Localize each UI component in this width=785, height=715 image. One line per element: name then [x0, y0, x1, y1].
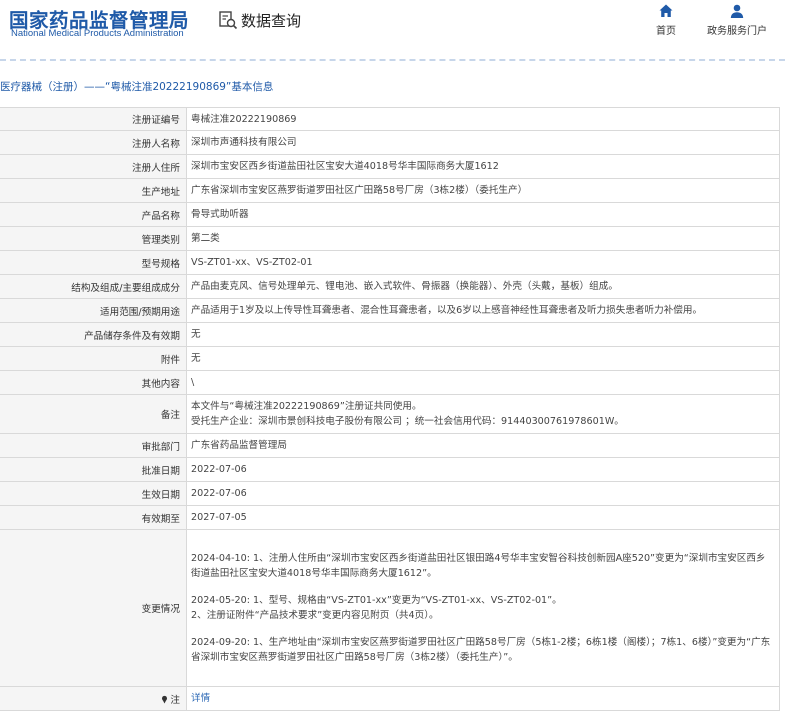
row-key: 生效日期 — [0, 481, 187, 506]
table-row: 产品名称 骨导式助听器 — [0, 202, 780, 227]
row-key: 备注 — [0, 394, 187, 434]
data-query-label: 数据查询 — [241, 11, 302, 30]
table-row: 生效日期 2022-07-06 — [0, 481, 780, 506]
row-key: 注 — [0, 686, 187, 711]
table-row: 批准日期 2022-07-06 — [0, 457, 780, 482]
remark-line: 本文件与“粤械注准20222190869”注册证共同使用。 — [191, 401, 422, 412]
row-key: 注册证编号 — [0, 107, 187, 131]
table-row: 适用范围/预期用途 产品适用于1岁及以上传导性耳聋患者、混合性耳聋患者，以及6岁… — [0, 298, 780, 323]
row-key: 批准日期 — [0, 457, 187, 482]
row-value: 2027-07-05 — [186, 505, 780, 530]
row-value: 深圳市宝安区西乡街道盐田社区宝安大道4018号华丰国际商务大厦1612 — [186, 154, 780, 179]
row-value: 粤械注准20222190869 — [186, 107, 780, 131]
row-value: 本文件与“粤械注准20222190869”注册证共同使用。 受托生产企业：深圳市… — [186, 394, 780, 434]
table-row: 型号规格 VS-ZT01-xx、VS-ZT02-01 — [0, 250, 780, 275]
table-row: 结构及组成/主要组成成分 产品由麦克风、信号处理单元、锂电池、嵌入式软件、骨振器… — [0, 274, 780, 299]
table-row: 审批部门 广东省药品监督管理局 — [0, 433, 780, 458]
row-value: 产品由麦克风、信号处理单元、锂电池、嵌入式软件、骨振器（换能器）、外壳（头戴，基… — [186, 274, 780, 299]
row-key: 结构及组成/主要组成成分 — [0, 274, 187, 299]
table-row-note: 注 详情 — [0, 686, 780, 711]
row-value: 产品适用于1岁及以上传导性耳聋患者、混合性耳聋患者，以及6岁以上感音神经性耳聋患… — [186, 298, 780, 323]
search-doc-icon — [219, 11, 238, 30]
details-link[interactable]: 详情 — [186, 686, 780, 711]
row-value: VS-ZT01-xx、VS-ZT02-01 — [186, 250, 780, 275]
row-value: 2022-07-06 — [186, 481, 780, 506]
row-value: \ — [186, 370, 780, 395]
note-key-label: 注 — [170, 694, 180, 706]
detail-table: 注册证编号 粤械注准20222190869 注册人名称 深圳市声通科技有限公司 … — [0, 107, 780, 711]
row-key: 变更情况 — [0, 529, 187, 687]
table-row: 注册证编号 粤械注准20222190869 — [0, 107, 780, 131]
pin-icon — [162, 695, 168, 704]
row-key: 管理类别 — [0, 226, 187, 251]
header-divider — [0, 59, 785, 61]
change-entry: 2024-04-10: 1、注册人住所由“深圳市宝安区西乡街道盐田社区银田路4号… — [191, 553, 766, 579]
remark-line: 受托生产企业：深圳市景创科技电子股份有限公司 ；统一社会信用代码：9144030… — [191, 416, 624, 427]
row-value: 2022-07-06 — [186, 457, 780, 482]
change-entry: 2024-05-20: 1、型号、规格由“VS-ZT01-xx”变更为“VS-Z… — [191, 595, 562, 606]
site-header: 国家药品监督管理局 National Medical Products Admi… — [0, 0, 785, 61]
breadcrumb: 医疗器械（注册）——“粤械注准20222190869”基本信息 — [0, 81, 274, 93]
row-key: 适用范围/预期用途 — [0, 298, 187, 323]
change-entry: 2、注册证附件“产品技术要求”变更内容见附页（共4页）。 — [191, 610, 439, 621]
row-key: 生产地址 — [0, 178, 187, 203]
row-value: 无 — [186, 346, 780, 371]
row-key: 其他内容 — [0, 370, 187, 395]
table-row: 有效期至 2027-07-05 — [0, 505, 780, 530]
table-row: 注册人住所 深圳市宝安区西乡街道盐田社区宝安大道4018号华丰国际商务大厦161… — [0, 154, 780, 179]
table-row: 管理类别 第二类 — [0, 226, 780, 251]
nav-home[interactable]: 首页 — [631, 3, 701, 37]
table-row-remark: 备注 本文件与“粤械注准20222190869”注册证共同使用。 受托生产企业：… — [0, 394, 780, 434]
row-key: 附件 — [0, 346, 187, 371]
row-value: 无 — [186, 322, 780, 347]
user-icon — [730, 4, 744, 18]
nav-portal[interactable]: 政务服务门户 — [702, 3, 772, 37]
data-query-title: 数据查询 — [218, 8, 301, 32]
home-icon — [659, 4, 673, 17]
row-key: 审批部门 — [0, 433, 187, 458]
table-row: 附件 无 — [0, 346, 780, 371]
table-row: 注册人名称 深圳市声通科技有限公司 — [0, 130, 780, 155]
table-row-changes: 变更情况 2024-04-10: 1、注册人住所由“深圳市宝安区西乡街道盐田社区… — [0, 529, 780, 687]
row-value: 第二类 — [186, 226, 780, 251]
row-key: 产品名称 — [0, 202, 187, 227]
row-key: 产品储存条件及有效期 — [0, 322, 187, 347]
table-row: 产品储存条件及有效期 无 — [0, 322, 780, 347]
change-entry: 2024-09-20: 1、生产地址由“深圳市宝安区燕罗街道罗田社区广田路58号… — [191, 637, 771, 663]
row-value: 深圳市声通科技有限公司 — [186, 130, 780, 155]
row-value: 骨导式助听器 — [186, 202, 780, 227]
row-value: 2024-04-10: 1、注册人住所由“深圳市宝安区西乡街道盐田社区银田路4号… — [186, 529, 780, 687]
table-row: 生产地址 广东省深圳市宝安区燕罗街道罗田社区广田路58号厂房（3栋2楼）（委托生… — [0, 178, 780, 203]
row-key: 注册人住所 — [0, 154, 187, 179]
row-key: 注册人名称 — [0, 130, 187, 155]
nav-portal-label: 政务服务门户 — [707, 26, 767, 37]
row-key: 型号规格 — [0, 250, 187, 275]
nav-home-label: 首页 — [656, 26, 676, 37]
row-key: 有效期至 — [0, 505, 187, 530]
row-value: 广东省深圳市宝安区燕罗街道罗田社区广田路58号厂房（3栋2楼）（委托生产） — [186, 178, 780, 203]
logo-subtitle: National Medical Products Administration — [11, 28, 184, 39]
row-value: 广东省药品监督管理局 — [186, 433, 780, 458]
table-row: 其他内容 \ — [0, 370, 780, 395]
